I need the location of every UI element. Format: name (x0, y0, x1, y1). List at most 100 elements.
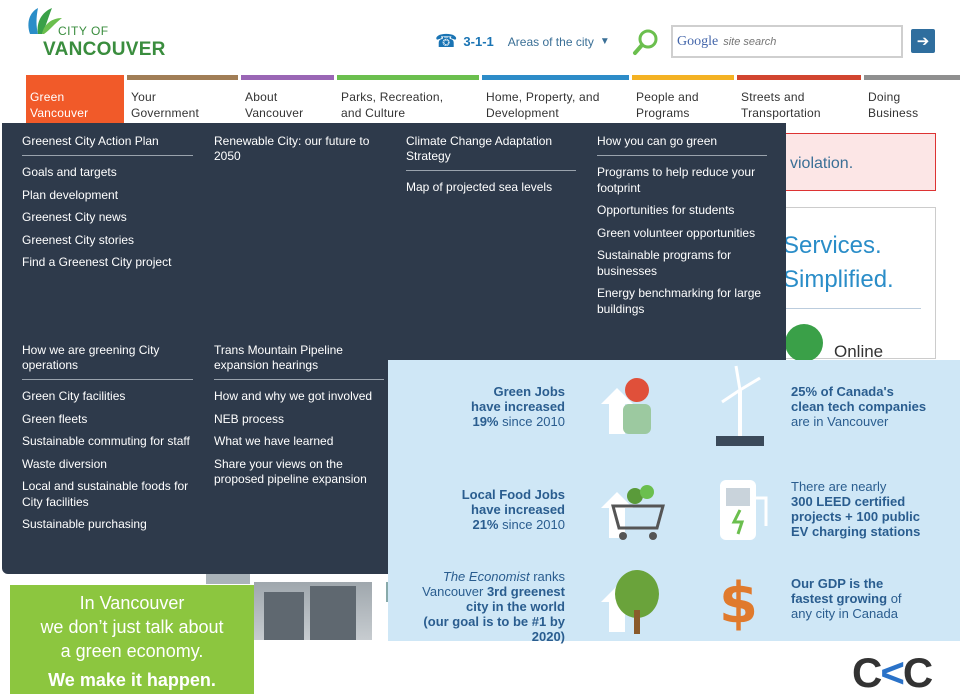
ckc-logo: C<C (852, 649, 933, 696)
logo-letter: C (852, 649, 882, 696)
menu-link[interactable]: Waste diversion (22, 457, 193, 473)
nav-label-line1: About (245, 90, 278, 104)
menu-column-title[interactable]: Renewable City: our future to 2050 (214, 134, 384, 170)
menu-column-title[interactable]: Trans Mountain Pipeline expansion hearin… (214, 343, 384, 380)
nav-green-vancouver[interactable]: Green Vancouver (26, 75, 124, 123)
menu-link[interactable]: Local and sustainable foods for City fac… (22, 479, 193, 510)
menu-link[interactable]: Greenest City news (22, 210, 193, 226)
phone-311[interactable]: ☎ 3-1-1 Areas of the city ▼ (435, 31, 610, 52)
logo-letter: C (902, 649, 933, 696)
menu-link[interactable]: Map of projected sea levels (406, 180, 576, 196)
menu-link[interactable]: Greenest City stories (22, 233, 193, 249)
nav-label-line2: Vancouver (30, 106, 89, 120)
logo-city-of: CITY OF (58, 24, 109, 38)
banner-line: we don’t just talk about (40, 617, 224, 637)
svg-text:$: $ (719, 571, 758, 636)
nav-label-line1: People and (636, 90, 699, 104)
menu-link[interactable]: Green volunteer opportunities (597, 226, 767, 242)
search-icon[interactable] (631, 27, 661, 57)
green-economy-infographic: Green Jobs have increased 19% since 2010… (388, 360, 960, 644)
nav-about-vancouver[interactable]: About Vancouver (241, 75, 334, 123)
nav-home-property-development[interactable]: Home, Property, and Development (482, 75, 629, 123)
menu-link[interactable]: Green City facilities (22, 389, 193, 405)
chevron-down-icon[interactable]: ▼ (600, 36, 610, 47)
areas-dropdown-label[interactable]: Areas of the city (508, 35, 594, 49)
stat-line: EV charging stations (791, 524, 921, 539)
stat-line: have increased (471, 399, 565, 414)
stat-line: 300 LEED certified (791, 494, 906, 509)
menu-link[interactable]: Energy benchmarking for large buildings (597, 286, 767, 317)
nav-parks-recreation-culture[interactable]: Parks, Recreation, and Culture (337, 75, 479, 123)
stat-line: 25% of Canada's (791, 384, 894, 399)
menu-link[interactable]: Sustainable commuting for staff (22, 434, 193, 450)
menu-column-renewable-city: Renewable City: our future to 2050 (214, 134, 384, 170)
menu-link[interactable]: Goals and targets (22, 165, 193, 181)
stat-line: of (887, 591, 902, 606)
stat-line: any city in Canada (791, 606, 898, 621)
stat-value: 21% (472, 517, 499, 532)
green-jobs-stat: Green Jobs have increased 19% since 2010 (471, 384, 565, 429)
nav-label-line2: Development (486, 106, 559, 120)
menu-column-title[interactable]: Greenest City Action Plan (22, 134, 193, 156)
dollar-sign-icon: $ (719, 571, 758, 636)
stat-line: The Economist (442, 569, 530, 584)
menu-link[interactable]: Find a Greenest City project (22, 255, 193, 271)
menu-link[interactable]: What we have learned (214, 434, 384, 450)
menu-column-greening-operations: How we are greening City operations Gree… (22, 343, 193, 540)
search-input[interactable] (723, 35, 874, 48)
nav-label-line2: and Culture (341, 106, 406, 120)
menu-link[interactable]: Opportunities for students (597, 203, 767, 219)
menu-column-title[interactable]: How we are greening City operations (22, 343, 193, 380)
nav-label-line1: Streets and (741, 90, 805, 104)
stat-line: ranks (529, 569, 565, 584)
menu-link[interactable]: Plan development (22, 188, 193, 204)
menu-link[interactable]: Programs to help reduce your footprint (597, 165, 767, 196)
tree-icon (601, 570, 659, 634)
services-promo[interactable]: Services. Simplified. Online (780, 207, 936, 362)
nav-streets-transportation[interactable]: Streets and Transportation (737, 75, 861, 123)
stat-line: Local Food Jobs (461, 487, 565, 502)
nav-label-line2: Programs (636, 106, 690, 120)
menu-link[interactable]: How and why we got involved (214, 389, 384, 405)
phone-number[interactable]: 3-1-1 (463, 34, 493, 49)
services-line2: Simplified. (783, 266, 894, 293)
stat-line: There are nearly (791, 479, 887, 494)
nav-your-government[interactable]: Your Government (127, 75, 238, 123)
building-shape (310, 586, 356, 640)
thumbnail-image[interactable] (206, 574, 250, 584)
nav-doing-business[interactable]: Doing Business (864, 75, 960, 123)
services-line1: Services. (783, 232, 882, 259)
logo-letter: < (880, 649, 904, 696)
nav-label-line2: Vancouver (245, 106, 304, 120)
nav-label-line2: Business (868, 106, 919, 120)
site-search-box[interactable]: Google (671, 25, 903, 58)
gdp-stat: Our GDP is the fastest growing of any ci… (791, 576, 902, 621)
search-go-button[interactable]: ➔ (911, 29, 935, 53)
stat-value: 3rd greenest (486, 584, 565, 599)
menu-column-title[interactable]: Climate Change Adaptation Strategy (406, 134, 576, 171)
menu-column-title[interactable]: How you can go green (597, 134, 767, 156)
stat-line: since 2010 (498, 414, 565, 429)
alert-text[interactable]: violation. (790, 155, 853, 173)
menu-link[interactable]: Share your views on the proposed pipelin… (214, 457, 384, 488)
nav-label-line2: Government (131, 106, 200, 120)
stat-line: Our GDP is the (791, 576, 884, 591)
stat-line: have increased (471, 502, 565, 517)
menu-link[interactable]: Green fleets (22, 412, 193, 428)
menu-link[interactable]: Sustainable programs for businesses (597, 248, 767, 279)
logo-vancouver: VANCOUVER (43, 39, 166, 60)
stat-value: 19% (472, 414, 499, 429)
menu-link[interactable]: NEB process (214, 412, 384, 428)
leed-stat: There are nearly 300 LEED certified proj… (791, 479, 920, 539)
stat-footnote: (our goal is to be #1 by 2020) (423, 614, 565, 644)
divider (781, 308, 921, 309)
main-nav: Green Vancouver Your Government About Va… (26, 75, 960, 123)
city-logo[interactable]: CITY OF VANCOUVER (24, 4, 174, 60)
menu-link[interactable]: Sustainable purchasing (22, 517, 193, 533)
nav-people-programs[interactable]: People and Programs (632, 75, 734, 123)
alert-box: violation. (780, 133, 936, 191)
online-label: Online (834, 342, 884, 361)
stat-line: Vancouver (422, 584, 487, 599)
banner-line: In Vancouver (79, 593, 185, 613)
building-photo[interactable] (254, 582, 372, 640)
